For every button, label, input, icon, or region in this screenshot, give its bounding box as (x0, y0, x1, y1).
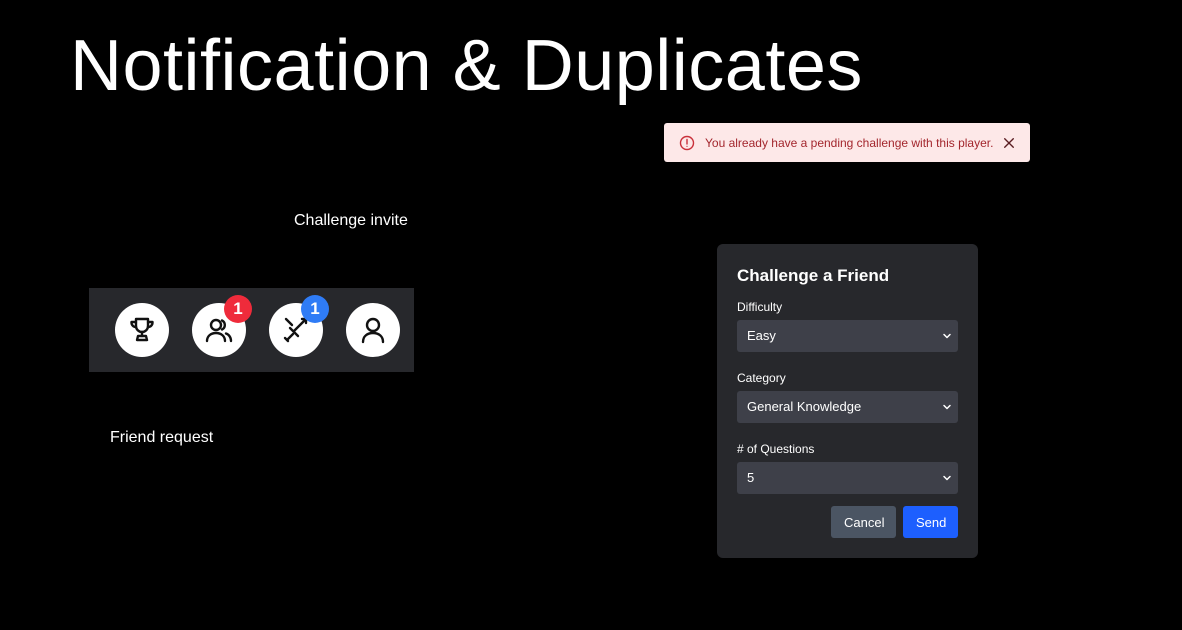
challenges-button[interactable]: 1 (269, 295, 329, 357)
category-label: Category (737, 371, 786, 385)
category-select[interactable]: General Knowledge (737, 391, 958, 423)
leaderboard-button[interactable] (115, 303, 169, 357)
cancel-button[interactable]: Cancel (831, 506, 896, 538)
difficulty-value: Easy (747, 328, 776, 343)
challenge-invite-badge: 1 (301, 295, 329, 323)
modal-title: Challenge a Friend (737, 266, 890, 285)
trophy-icon (130, 317, 154, 342)
nav-bar: 1 1 (89, 288, 414, 372)
chevron-down-icon (943, 333, 951, 339)
error-toast: You already have a pending challenge wit… (664, 123, 1030, 162)
user-icon (361, 317, 385, 344)
send-button[interactable]: Send (903, 506, 958, 538)
caption-challenge-invite: Challenge invite (294, 212, 408, 229)
toast-message: You already have a pending challenge wit… (705, 135, 994, 150)
friends-button[interactable]: 1 (192, 295, 252, 357)
close-icon (1004, 137, 1014, 148)
challenge-friend-modal: Challenge a Friend Difficulty Easy Categ… (717, 244, 978, 558)
chevron-down-icon (943, 475, 951, 481)
questions-select[interactable]: 5 (737, 462, 958, 494)
difficulty-select[interactable]: Easy (737, 320, 958, 352)
category-value: General Knowledge (747, 399, 862, 414)
toast-close-button[interactable] (1002, 136, 1016, 150)
modal-actions: Cancel Send (831, 506, 958, 538)
friend-request-badge: 1 (224, 295, 252, 323)
questions-value: 5 (747, 470, 755, 485)
slide-title: Notification & Duplicates (70, 26, 863, 106)
caption-friend-request: Friend request (110, 429, 214, 446)
difficulty-label: Difficulty (737, 300, 783, 314)
chevron-down-icon (943, 404, 951, 410)
alert-circle-icon (679, 135, 695, 150)
profile-button[interactable] (346, 303, 400, 357)
questions-label: # of Questions (737, 442, 815, 456)
